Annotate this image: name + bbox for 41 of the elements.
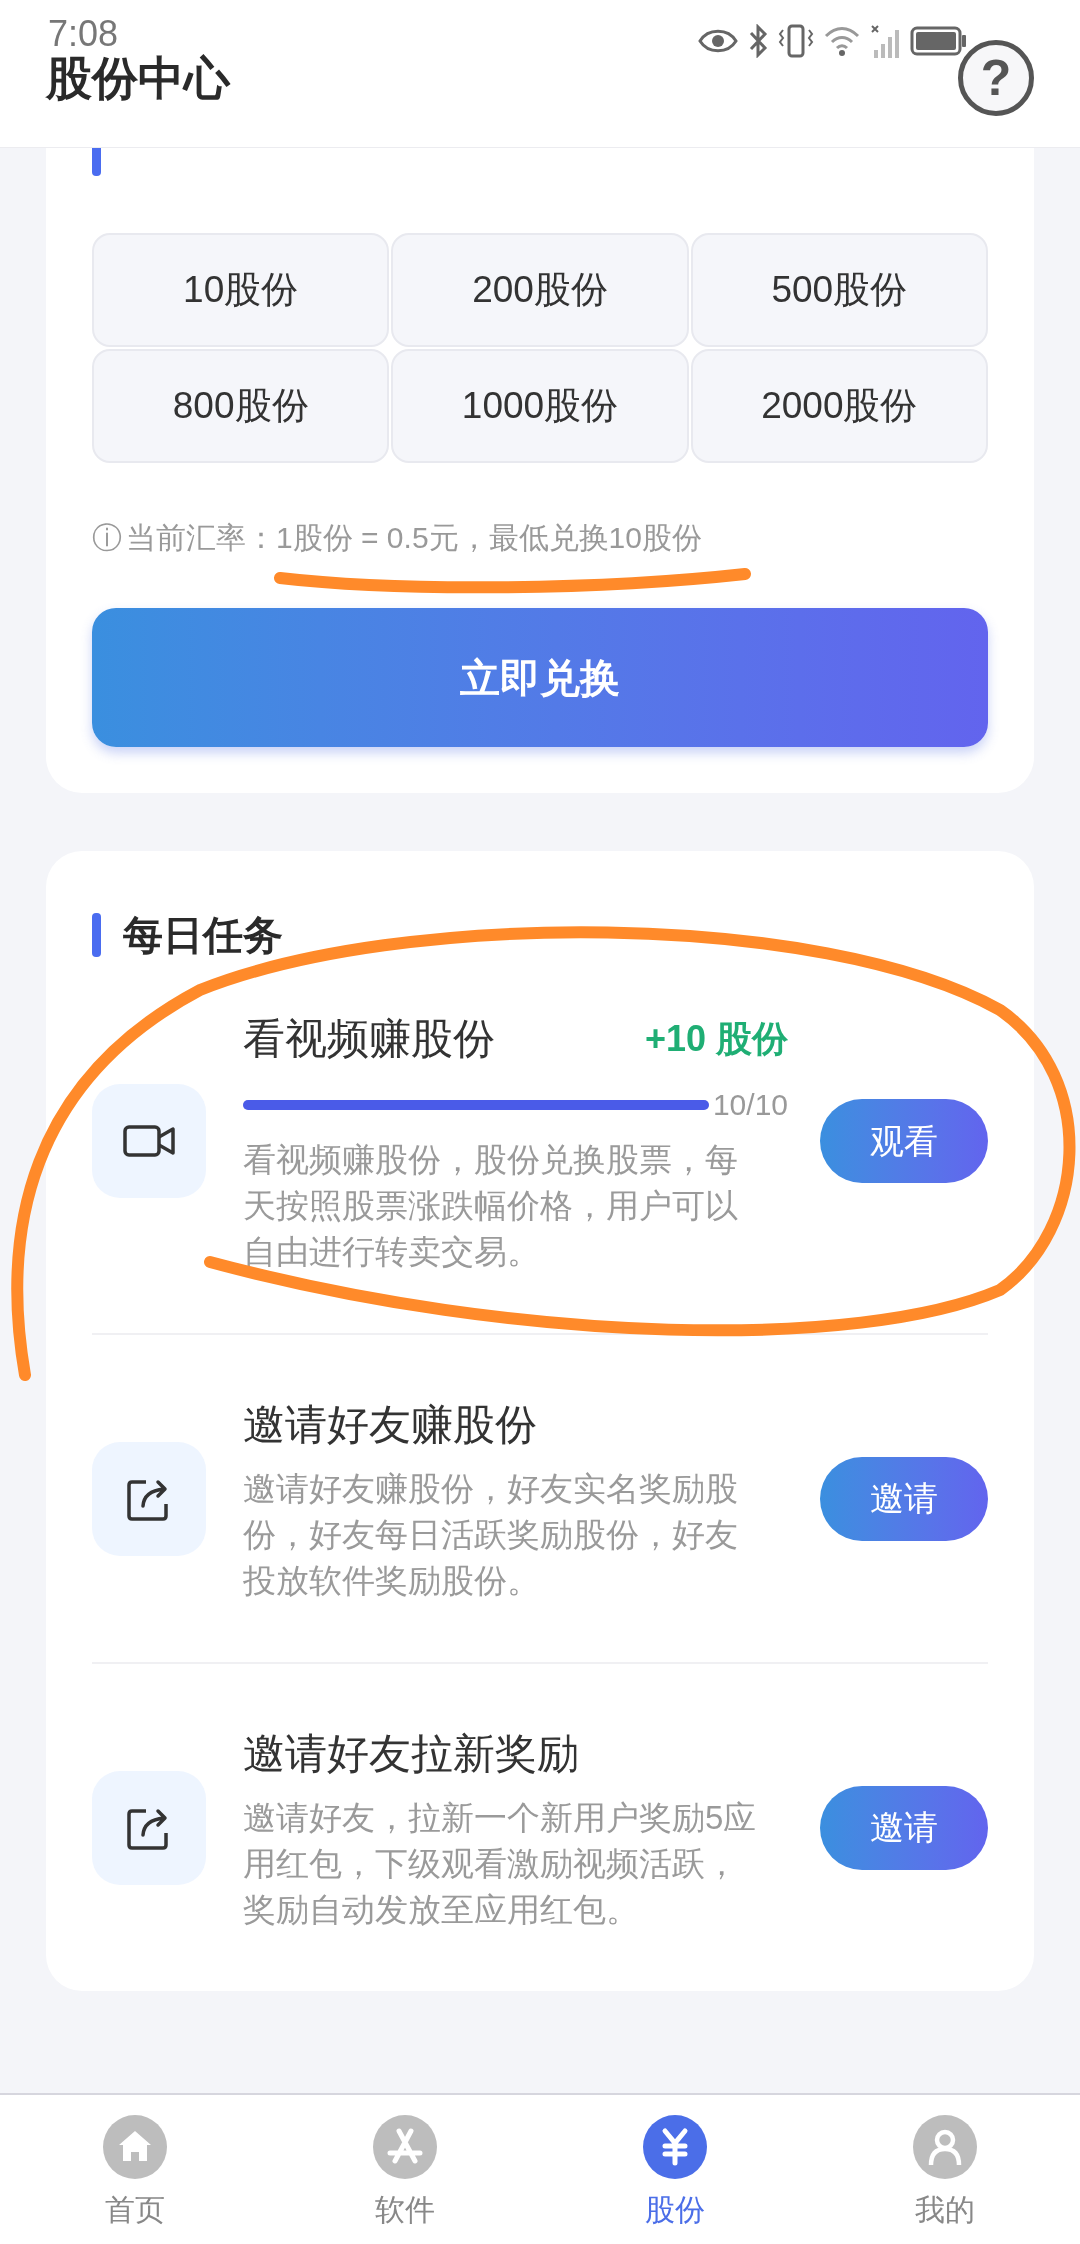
task-button[interactable]: 邀请 bbox=[820, 1456, 988, 1541]
home-icon bbox=[103, 2115, 167, 2179]
task-title: 看视频赚股份 bbox=[243, 1014, 495, 1064]
amount-option[interactable]: 2000股份 bbox=[690, 349, 988, 463]
signal-icon bbox=[870, 24, 900, 58]
amount-option[interactable]: 200股份 bbox=[391, 233, 689, 347]
task-title: 邀请好友赚股份 bbox=[243, 1400, 537, 1450]
task-description: 看视频赚股份，股份兑换股票，每天按照股票涨跌幅价格，用户可以自由进行转卖交易。 bbox=[243, 1140, 739, 1272]
info-icon: ⓘ bbox=[92, 515, 122, 560]
task-reward: +10 股份 bbox=[644, 1016, 788, 1061]
section-title: 每日任务 bbox=[123, 912, 283, 959]
nav-tab[interactable]: 我的 bbox=[810, 2095, 1080, 2244]
vibrate-icon bbox=[778, 24, 814, 58]
yuan-icon bbox=[643, 2115, 707, 2179]
amount-option[interactable]: 10股份 bbox=[92, 233, 390, 347]
bluetooth-icon bbox=[748, 24, 768, 58]
task-title: 邀请好友拉新奖励 bbox=[243, 1729, 579, 1779]
app-store-icon bbox=[373, 2115, 437, 2179]
exchange-button[interactable]: 立即兑换 bbox=[92, 608, 988, 747]
exchange-rate-note: 当前汇率：1股份 = 0.5元，最低兑换10股份 bbox=[126, 520, 702, 556]
nav-tab[interactable]: 股份 bbox=[540, 2095, 810, 2244]
nav-tab[interactable]: 软件 bbox=[270, 2095, 540, 2244]
page-title: 股份中心 bbox=[46, 51, 230, 106]
task-button[interactable]: 邀请 bbox=[820, 1785, 988, 1870]
progress-count: 10/10 bbox=[712, 1087, 788, 1123]
nav-tab[interactable]: 首页 bbox=[0, 2095, 270, 2244]
status-time: 7:08 bbox=[48, 16, 119, 52]
help-button[interactable]: ? bbox=[958, 39, 1034, 116]
amount-option[interactable]: 800股份 bbox=[92, 349, 390, 463]
task-button[interactable]: 观看 bbox=[820, 1099, 988, 1183]
amount-option[interactable]: 1000股份 bbox=[391, 349, 689, 463]
battery-icon bbox=[910, 26, 968, 56]
person-icon bbox=[913, 2115, 977, 2179]
amount-option[interactable]: 500股份 bbox=[690, 233, 988, 347]
wifi-icon bbox=[824, 26, 860, 56]
eye-icon bbox=[698, 28, 738, 54]
task-description: 邀请好友，拉新一个新用户奖励5应用红包，下级观看激励视频活跃，奖励自动发放至应用红包。 bbox=[243, 1798, 758, 1930]
accent-bar bbox=[92, 148, 101, 176]
accent-bar bbox=[92, 913, 101, 957]
video-camera-icon bbox=[123, 1123, 175, 1159]
task-description: 邀请好友赚股份，好友实名奖励股份，好友每日活跃奖励股份，好友投放软件奖励股份。 bbox=[243, 1469, 739, 1601]
